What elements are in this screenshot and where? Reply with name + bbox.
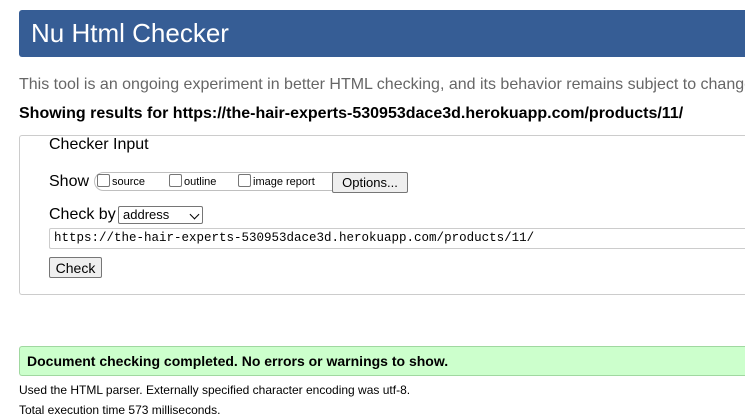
outline-checkbox[interactable] bbox=[169, 174, 182, 187]
check-by-select[interactable]: address bbox=[118, 206, 203, 224]
url-input[interactable]: https://the-hair-experts-530953dace3d.he… bbox=[49, 228, 745, 249]
check-button[interactable]: Check bbox=[49, 257, 102, 278]
image-report-checkbox[interactable] bbox=[238, 174, 251, 187]
outline-option[interactable]: outline bbox=[169, 174, 216, 188]
intro-text: This tool is an ongoing experiment in be… bbox=[19, 76, 745, 93]
page-title: Nu Html Checker bbox=[31, 18, 229, 48]
source-option-label: source bbox=[112, 176, 146, 188]
source-option[interactable]: source bbox=[97, 174, 145, 188]
image-report-option[interactable]: image report bbox=[238, 174, 315, 188]
image-report-option-label: image report bbox=[253, 176, 315, 188]
outline-option-label: outline bbox=[184, 176, 217, 188]
check-by-selected-value: address bbox=[123, 207, 170, 222]
check-by-label: Check by bbox=[49, 206, 116, 223]
execution-time: Total execution time 573 milliseconds. bbox=[19, 403, 221, 417]
show-options-group: source outline image report bbox=[94, 172, 370, 191]
options-button[interactable]: Options... bbox=[332, 172, 408, 193]
source-checkbox[interactable] bbox=[97, 174, 110, 187]
chevron-down-icon bbox=[189, 209, 200, 220]
show-label: Show bbox=[49, 173, 90, 190]
success-message-box: Document checking completed. No errors o… bbox=[19, 346, 745, 376]
success-message: Document checking completed. No errors o… bbox=[27, 353, 449, 369]
page-header: Nu Html Checker bbox=[19, 10, 745, 57]
checker-input-legend: Checker Input bbox=[47, 136, 151, 154]
showing-results-heading: Showing results for https://the-hair-exp… bbox=[19, 105, 684, 122]
parser-note: Used the HTML parser. Externally specifi… bbox=[19, 383, 411, 397]
